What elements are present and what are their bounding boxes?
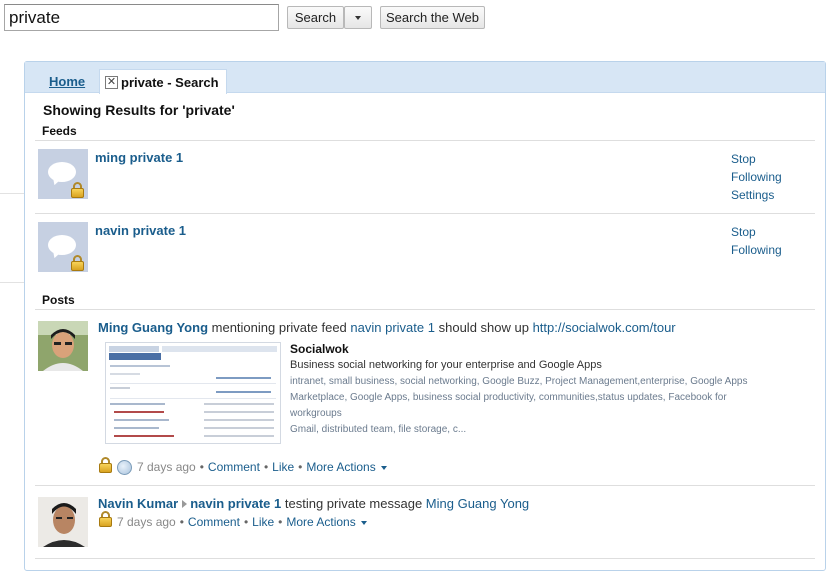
post-text: testing private message	[284, 496, 423, 511]
avatar[interactable]	[38, 497, 88, 547]
tags-line: Gmail, distributed team, file storage, c…	[290, 424, 467, 435]
search-button[interactable]: Search	[287, 6, 344, 29]
like-link[interactable]: Like	[272, 460, 294, 474]
divider	[35, 485, 815, 486]
post-meta: 7 days ago • Comment • Like • More Actions	[117, 515, 367, 529]
divider	[35, 213, 815, 214]
feed-link[interactable]: navin private 1	[350, 320, 435, 335]
search-options-dropdown[interactable]	[344, 6, 372, 29]
lock-icon	[99, 457, 112, 473]
avatar[interactable]	[38, 321, 88, 371]
tab-search-private[interactable]: ✕ private - Search	[99, 69, 227, 94]
divider	[0, 193, 24, 194]
stop-following-link[interactable]: Stop	[731, 150, 782, 168]
divider	[35, 309, 815, 310]
post-author-link[interactable]: Ming Guang Yong	[98, 320, 208, 335]
feed-link[interactable]: navin private 1	[95, 223, 186, 238]
comment-link[interactable]: Comment	[208, 460, 260, 474]
posts-section-heading: Posts	[42, 293, 75, 307]
post-header: Ming Guang Yong mentioning private feed …	[98, 320, 676, 335]
tags-line: Marketplace, Google Apps, business socia…	[290, 392, 727, 419]
lock-icon	[71, 255, 84, 271]
search-web-button[interactable]: Search the Web	[380, 6, 485, 29]
tab-home[interactable]: Home	[49, 74, 85, 89]
arrow-right-icon	[182, 500, 188, 509]
post-header: Navin Kumar navin private 1 testing priva…	[98, 496, 529, 511]
chevron-down-icon	[355, 15, 361, 20]
more-actions-link[interactable]: More Actions	[306, 460, 375, 474]
feed-actions: Stop Following	[731, 223, 782, 259]
post-meta: 7 days ago • Comment • Like • More Actions	[117, 460, 387, 476]
feed-actions: Stop Following Settings	[731, 150, 782, 204]
tags-line: intranet, small business, social network…	[290, 376, 748, 387]
post-time: 7 days ago	[117, 515, 176, 529]
search-input[interactable]	[4, 4, 279, 31]
like-link[interactable]: Like	[252, 515, 274, 529]
link-preview-tags: intranet, small business, social network…	[290, 374, 768, 438]
link-preview-thumbnail[interactable]	[105, 342, 281, 444]
comment-link[interactable]: Comment	[188, 515, 240, 529]
globe-icon	[117, 460, 132, 476]
feeds-section-heading: Feeds	[42, 124, 77, 138]
divider	[0, 282, 24, 283]
chevron-down-icon[interactable]	[380, 465, 387, 470]
close-tab-icon[interactable]: ✕	[105, 75, 118, 89]
feed-settings-link[interactable]: Settings	[731, 186, 782, 204]
post-author-link[interactable]: Navin Kumar	[98, 496, 178, 511]
stop-following-link[interactable]: Following	[731, 168, 782, 186]
more-actions-link[interactable]: More Actions	[286, 515, 355, 529]
tab-label: private - Search	[121, 74, 219, 90]
search-results-panel: Home ✕ private - Search Showing Results …	[24, 61, 826, 571]
feed-link[interactable]: ming private 1	[95, 150, 183, 165]
post-text: should show up	[438, 320, 529, 335]
stop-following-link[interactable]: Stop	[731, 223, 782, 241]
lock-icon	[71, 182, 84, 198]
chevron-down-icon[interactable]	[360, 520, 367, 525]
divider	[35, 140, 815, 141]
results-heading: Showing Results for 'private'	[43, 102, 235, 118]
divider	[35, 558, 815, 559]
link-preview-title[interactable]: Socialwok	[290, 342, 349, 356]
post-text: mentioning private feed	[211, 320, 347, 335]
mention-link[interactable]: Ming Guang Yong	[426, 496, 529, 511]
link-preview-description: Business social networking for your ente…	[290, 359, 602, 371]
post-time: 7 days ago	[137, 460, 196, 474]
feed-link[interactable]: navin private 1	[190, 496, 281, 511]
lock-icon	[99, 511, 112, 527]
stop-following-link[interactable]: Following	[731, 241, 782, 259]
post-url-link[interactable]: http://socialwok.com/tour	[533, 320, 676, 335]
tab-bar: Home ✕ private - Search	[25, 62, 825, 94]
